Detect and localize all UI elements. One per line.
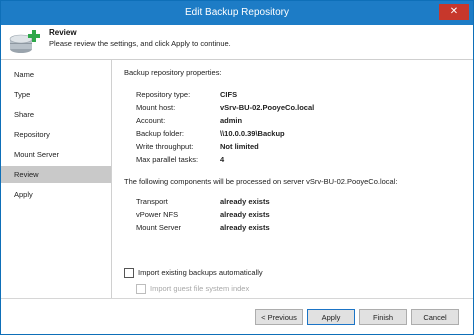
previous-button[interactable]: < Previous xyxy=(255,309,303,325)
property-key: Max parallel tasks: xyxy=(136,155,199,164)
property-key: Write throughput: xyxy=(136,142,194,151)
sidebar-item-share[interactable]: Share xyxy=(1,106,111,123)
import-backups-checkbox[interactable] xyxy=(124,268,134,278)
step-title: Review xyxy=(49,28,77,37)
property-value: CIFS xyxy=(220,90,238,99)
finish-button[interactable]: Finish xyxy=(359,309,407,325)
import-backups-label[interactable]: Import existing backups automatically xyxy=(138,268,263,277)
sidebar-item-apply[interactable]: Apply xyxy=(1,186,111,203)
sidebar-item-review[interactable]: Review xyxy=(1,166,111,183)
property-value: vSrv-BU-02.PooyeCo.local xyxy=(220,103,315,112)
property-key: Account: xyxy=(136,116,166,125)
component-status: already exists xyxy=(220,223,270,232)
properties-heading: Backup repository properties: xyxy=(124,68,222,77)
database-add-icon xyxy=(9,30,40,53)
wizard-footer: < Previous Apply Finish Cancel xyxy=(1,298,473,334)
property-key: Repository type: xyxy=(136,90,191,99)
window-title: Edit Backup Repository xyxy=(185,7,289,18)
property-value: admin xyxy=(220,116,243,125)
component-status: already exists xyxy=(220,210,270,219)
step-subtitle: Please review the settings, and click Ap… xyxy=(49,39,231,48)
wizard-header: Review Please review the settings, and c… xyxy=(1,25,473,60)
sidebar-item-mount-server[interactable]: Mount Server xyxy=(1,146,111,163)
sidebar-item-repository[interactable]: Repository xyxy=(1,126,111,143)
import-index-checkbox xyxy=(136,284,146,294)
component-name: Mount Server xyxy=(136,223,182,232)
sidebar-item-name[interactable]: Name xyxy=(1,66,111,83)
property-value: Not limited xyxy=(220,142,259,151)
close-button[interactable]: ✕ xyxy=(439,4,469,20)
component-status: already exists xyxy=(220,197,270,206)
component-name: Transport xyxy=(136,197,168,206)
property-key: Mount host: xyxy=(136,103,176,112)
review-panel: Backup repository properties: Repository… xyxy=(112,60,473,298)
cancel-button[interactable]: Cancel xyxy=(411,309,459,325)
title-bar[interactable]: Edit Backup Repository ✕ xyxy=(1,1,473,25)
sidebar-item-type[interactable]: Type xyxy=(1,86,111,103)
property-value: \\10.0.0.39\Backup xyxy=(220,129,285,138)
edit-backup-repository-dialog: Edit Backup Repository ✕ Review Please r… xyxy=(0,0,474,335)
close-icon: ✕ xyxy=(449,6,459,17)
wizard-steps-sidebar: Name Type Share Repository Mount Server … xyxy=(1,60,112,298)
components-note: The following components will be process… xyxy=(124,177,398,186)
property-value: 4 xyxy=(220,155,225,164)
property-key: Backup folder: xyxy=(136,129,184,138)
import-index-label: Import guest file system index xyxy=(150,284,250,293)
apply-button[interactable]: Apply xyxy=(307,309,355,325)
component-name: vPower NFS xyxy=(136,210,179,219)
